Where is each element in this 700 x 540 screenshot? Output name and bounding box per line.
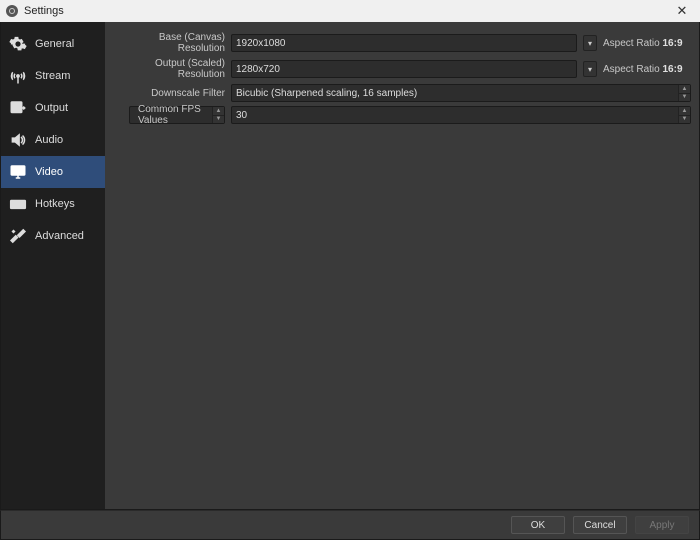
base-aspect-ratio: Aspect Ratio 16:9 — [603, 38, 691, 49]
keyboard-icon — [9, 195, 27, 213]
chevron-down-icon[interactable]: ▾ — [583, 61, 597, 77]
row-downscale-filter: Downscale Filter Bicubic (Sharpened scal… — [113, 84, 691, 102]
fps-type-field[interactable]: Common FPS Values ▲▼ — [129, 106, 225, 124]
fps-value-field[interactable]: 30 ▲▼ — [231, 106, 691, 124]
fps-type-label: Common FPS Values — [138, 104, 220, 126]
output-resolution-field[interactable]: 1280x720 — [231, 60, 577, 78]
base-resolution-label: Base (Canvas) Resolution — [113, 32, 225, 54]
sidebar-item-general[interactable]: General — [1, 28, 105, 60]
output-icon — [9, 99, 27, 117]
base-resolution-field[interactable]: 1920x1080 — [231, 34, 577, 52]
chevron-down-icon[interactable]: ▾ — [583, 35, 597, 51]
dropdown-spinner[interactable]: ▲▼ — [678, 85, 690, 101]
sidebar-item-advanced[interactable]: Advanced — [1, 220, 105, 252]
sidebar-item-label: Audio — [35, 134, 63, 146]
ok-button[interactable]: OK — [511, 516, 565, 534]
row-output-resolution: Output (Scaled) Resolution 1280x720 ▾ As… — [113, 58, 691, 80]
downscale-filter-value: Bicubic (Sharpened scaling, 16 samples) — [236, 88, 417, 99]
dropdown-spinner[interactable]: ▲▼ — [212, 107, 224, 123]
content-panel: Base (Canvas) Resolution 1920x1080 ▾ Asp… — [105, 22, 699, 509]
window-body: General Stream Output Audio Video — [0, 22, 700, 510]
antenna-icon — [9, 67, 27, 85]
sidebar-item-label: Output — [35, 102, 68, 114]
monitor-icon — [9, 163, 27, 181]
sidebar-item-label: Stream — [35, 70, 70, 82]
sidebar-item-label: Video — [35, 166, 63, 178]
sidebar-item-video[interactable]: Video — [1, 156, 105, 188]
output-aspect-ratio: Aspect Ratio 16:9 — [603, 64, 691, 75]
output-resolution-label: Output (Scaled) Resolution — [113, 58, 225, 80]
base-resolution-value: 1920x1080 — [236, 38, 286, 49]
window-title: Settings — [24, 5, 64, 17]
app-icon — [6, 5, 18, 17]
sidebar-item-stream[interactable]: Stream — [1, 60, 105, 92]
title-bar: Settings ✕ — [0, 0, 700, 22]
downscale-filter-label: Downscale Filter — [113, 88, 225, 99]
sidebar-item-output[interactable]: Output — [1, 92, 105, 124]
sidebar-item-label: Hotkeys — [35, 198, 75, 210]
apply-button: Apply — [635, 516, 689, 534]
sidebar: General Stream Output Audio Video — [1, 22, 105, 509]
row-base-resolution: Base (Canvas) Resolution 1920x1080 ▾ Asp… — [113, 32, 691, 54]
sidebar-item-label: Advanced — [35, 230, 84, 242]
speaker-icon — [9, 131, 27, 149]
dropdown-spinner[interactable]: ▲▼ — [678, 107, 690, 123]
gear-icon — [9, 35, 27, 53]
downscale-filter-field[interactable]: Bicubic (Sharpened scaling, 16 samples) … — [231, 84, 691, 102]
sidebar-item-label: General — [35, 38, 74, 50]
output-resolution-value: 1280x720 — [236, 64, 280, 75]
tools-icon — [9, 227, 27, 245]
sidebar-item-hotkeys[interactable]: Hotkeys — [1, 188, 105, 220]
close-icon[interactable]: ✕ — [670, 0, 694, 22]
sidebar-item-audio[interactable]: Audio — [1, 124, 105, 156]
footer: OK Cancel Apply — [0, 510, 700, 540]
row-fps: Common FPS Values ▲▼ 30 ▲▼ — [113, 106, 691, 124]
cancel-button[interactable]: Cancel — [573, 516, 627, 534]
fps-value: 30 — [236, 110, 247, 121]
